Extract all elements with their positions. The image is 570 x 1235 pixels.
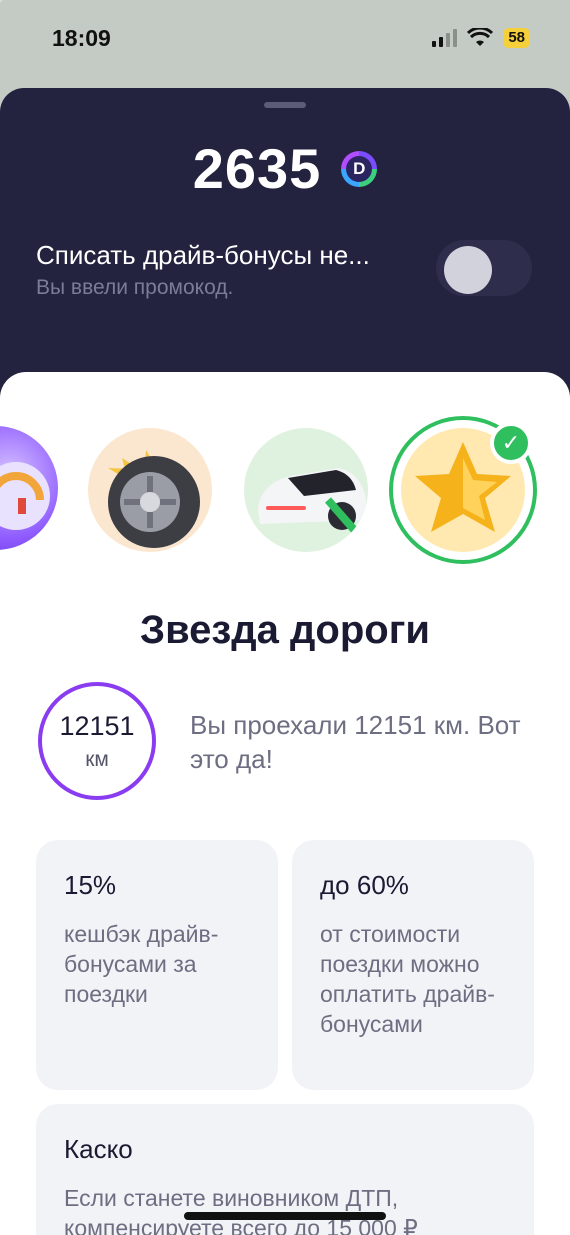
balance-row: 2635 D [0,136,570,201]
battery-indicator: 58 [503,28,530,48]
benefit-card-cashback[interactable]: 15% кешбэк драйв-бонусами за поездки [36,840,278,1090]
cellular-signal-icon [432,29,458,47]
sheet-grabber[interactable] [264,102,306,108]
card-title: Каско [64,1134,133,1164]
status-icons: 58 [432,28,530,48]
distance-unit: км [85,747,109,771]
home-indicator[interactable] [184,1212,386,1220]
benefit-card-payment[interactable]: до 60% от стоимости поездки можно оплати… [292,840,534,1090]
toggle-knob [444,246,492,294]
status-bar: 18:09 58 [0,0,570,76]
bonus-toggle-title: Списать драйв-бонусы не... [36,240,370,270]
bonus-balance: 2635 [192,137,322,200]
tire-icon[interactable] [88,428,212,552]
drive-bonus-coin-icon: D [341,150,378,187]
level-badges-carousel[interactable]: ✓ [0,416,570,566]
bonus-toggle-subtitle: Вы ввели промокод. [36,276,234,299]
bonus-toggle-switch[interactable] [436,240,532,296]
wifi-icon [467,28,494,46]
card-text: кешбэк драйв-бонусами за поездки [64,921,219,1007]
level-sheet: ✓ Звезда дороги 12151 км Вы проехали 121… [0,372,570,1235]
card-title: до 60% [320,870,409,900]
distance-description: Вы проехали 12151 км. Вот это да! [190,710,521,774]
distance-value: 12151 [59,710,135,741]
checkmark-icon: ✓ [490,422,532,464]
card-text: Если станете виновником ДТП, компенсируе… [64,1185,418,1235]
status-time: 18:09 [52,24,111,51]
speedometer-icon[interactable] [0,426,58,550]
card-text: от стоимости поездки можно оплатить драй… [320,921,495,1037]
car-icon[interactable] [244,428,368,552]
coin-symbol: D [346,155,373,182]
card-title: 15% [64,870,117,900]
level-title: Звезда дороги [140,608,430,652]
distance-circle: 12151 км [38,682,156,800]
